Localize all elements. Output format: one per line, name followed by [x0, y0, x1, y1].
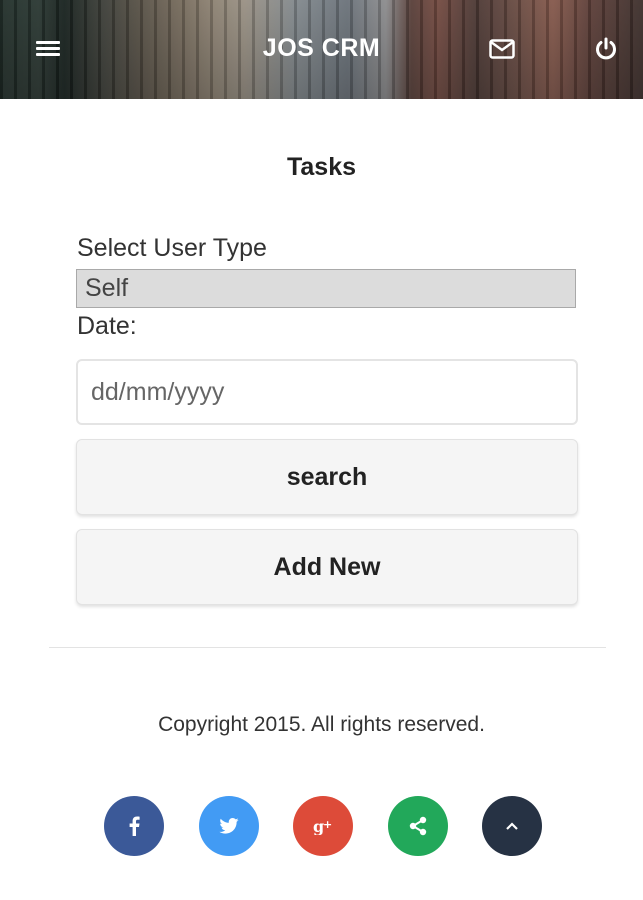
twitter-icon[interactable]	[199, 796, 259, 856]
app-header: JOS CRM	[0, 0, 643, 99]
page-title: Tasks	[286, 153, 357, 181]
copyright-text: Copyright 2015. All rights reserved.	[158, 713, 485, 736]
user-type-label: Select User Type	[77, 234, 267, 262]
search-button[interactable]: search	[76, 439, 578, 515]
footer-divider	[49, 647, 606, 648]
app-title: JOS CRM	[262, 34, 381, 62]
user-type-select[interactable]: Self	[76, 269, 576, 308]
facebook-icon[interactable]	[104, 796, 164, 856]
chevron-up-icon[interactable]	[482, 796, 542, 856]
add-new-button[interactable]: Add New	[76, 529, 578, 605]
date-label: Date:	[77, 312, 137, 340]
power-icon[interactable]	[594, 37, 618, 61]
date-input[interactable]	[76, 359, 578, 425]
svg-text:+: +	[323, 818, 332, 831]
google-plus-icon[interactable]: g +	[293, 796, 353, 856]
share-icon[interactable]	[388, 796, 448, 856]
envelope-icon[interactable]	[489, 39, 515, 59]
